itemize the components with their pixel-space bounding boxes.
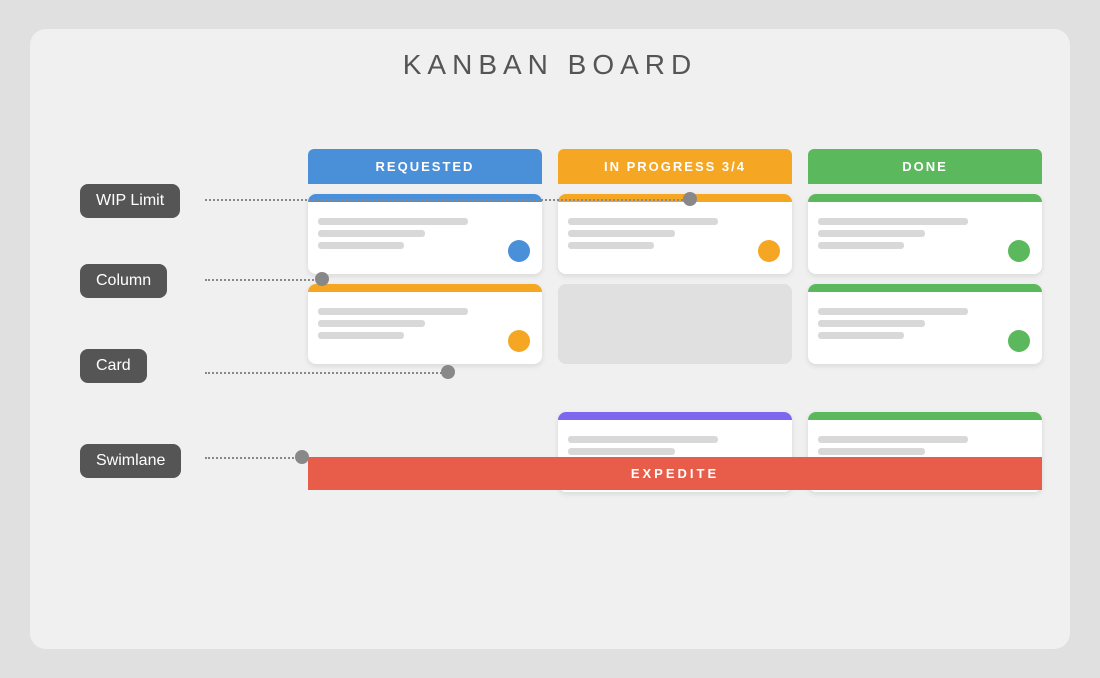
column-line — [205, 279, 325, 281]
card-lines — [318, 308, 532, 339]
card-dot — [441, 365, 455, 379]
columns-row: REQUESTED — [300, 149, 1050, 619]
card-done-2[interactable] — [808, 284, 1042, 364]
card-lines — [318, 218, 532, 249]
card-dot-orange — [508, 330, 530, 352]
card-line — [568, 218, 718, 225]
card-line — [318, 242, 404, 249]
wip-limit-line — [205, 199, 695, 201]
card-bar-green — [808, 284, 1042, 292]
card-lines — [818, 218, 1032, 249]
card-line — [568, 242, 654, 249]
column-label: Column — [80, 264, 167, 298]
card-line — [568, 230, 675, 237]
card-line — [318, 230, 425, 237]
card-inprogress-1[interactable] — [558, 194, 792, 274]
card-lines — [568, 218, 782, 249]
card-line — [818, 448, 925, 455]
swimlane-line — [205, 457, 305, 459]
board-title: KANBAN BOARD — [60, 49, 1040, 81]
board-container: KANBAN BOARD WIP Limit Column Card Swiml… — [30, 29, 1070, 649]
card-dot-green — [1008, 330, 1030, 352]
card-bar-orange — [308, 284, 542, 292]
card-requested-2[interactable] — [308, 284, 542, 364]
card-line — [818, 436, 968, 443]
swimlane-spacer — [558, 374, 792, 412]
card-label: Card — [80, 349, 147, 383]
card-done-1[interactable] — [808, 194, 1042, 274]
card-line — [568, 436, 718, 443]
column-done: DONE — [800, 149, 1050, 619]
card-line — [205, 372, 450, 374]
card-line — [818, 218, 968, 225]
swimlane-dot — [295, 450, 309, 464]
card-bar-green — [808, 194, 1042, 202]
column-inprogress-header: IN PROGRESS 3/4 — [558, 149, 792, 184]
column-dot — [315, 272, 329, 286]
swimlane-text: EXPEDITE — [631, 466, 719, 481]
card-dot-orange — [758, 240, 780, 262]
kanban-area: REQUESTED — [300, 149, 1050, 619]
card-line — [318, 332, 404, 339]
card-line — [818, 332, 904, 339]
swimlane-bar: EXPEDITE — [308, 457, 1042, 490]
wip-limit-dot — [683, 192, 697, 206]
card-dot-blue — [508, 240, 530, 262]
card-line — [818, 308, 968, 315]
card-line — [818, 320, 925, 327]
card-line — [818, 230, 925, 237]
swimlane-label: Swimlane — [80, 444, 181, 478]
card-line — [318, 308, 468, 315]
wip-limit-label: WIP Limit — [80, 184, 180, 218]
column-requested-header: REQUESTED — [308, 149, 542, 184]
column-inprogress: IN PROGRESS 3/4 — [550, 149, 800, 619]
card-bar-green — [808, 412, 1042, 420]
swimlane-spacer — [308, 374, 542, 412]
card-line — [568, 448, 675, 455]
card-dot-green — [1008, 240, 1030, 262]
card-inprogress-ghost — [558, 284, 792, 364]
column-requested: REQUESTED — [300, 149, 550, 619]
card-line — [818, 242, 904, 249]
card-line — [318, 320, 425, 327]
column-done-header: DONE — [808, 149, 1042, 184]
card-line — [318, 218, 468, 225]
card-requested-1[interactable] — [308, 194, 542, 274]
swimlane-spacer — [808, 374, 1042, 412]
card-lines — [818, 308, 1032, 339]
card-bar-purple — [558, 412, 792, 420]
